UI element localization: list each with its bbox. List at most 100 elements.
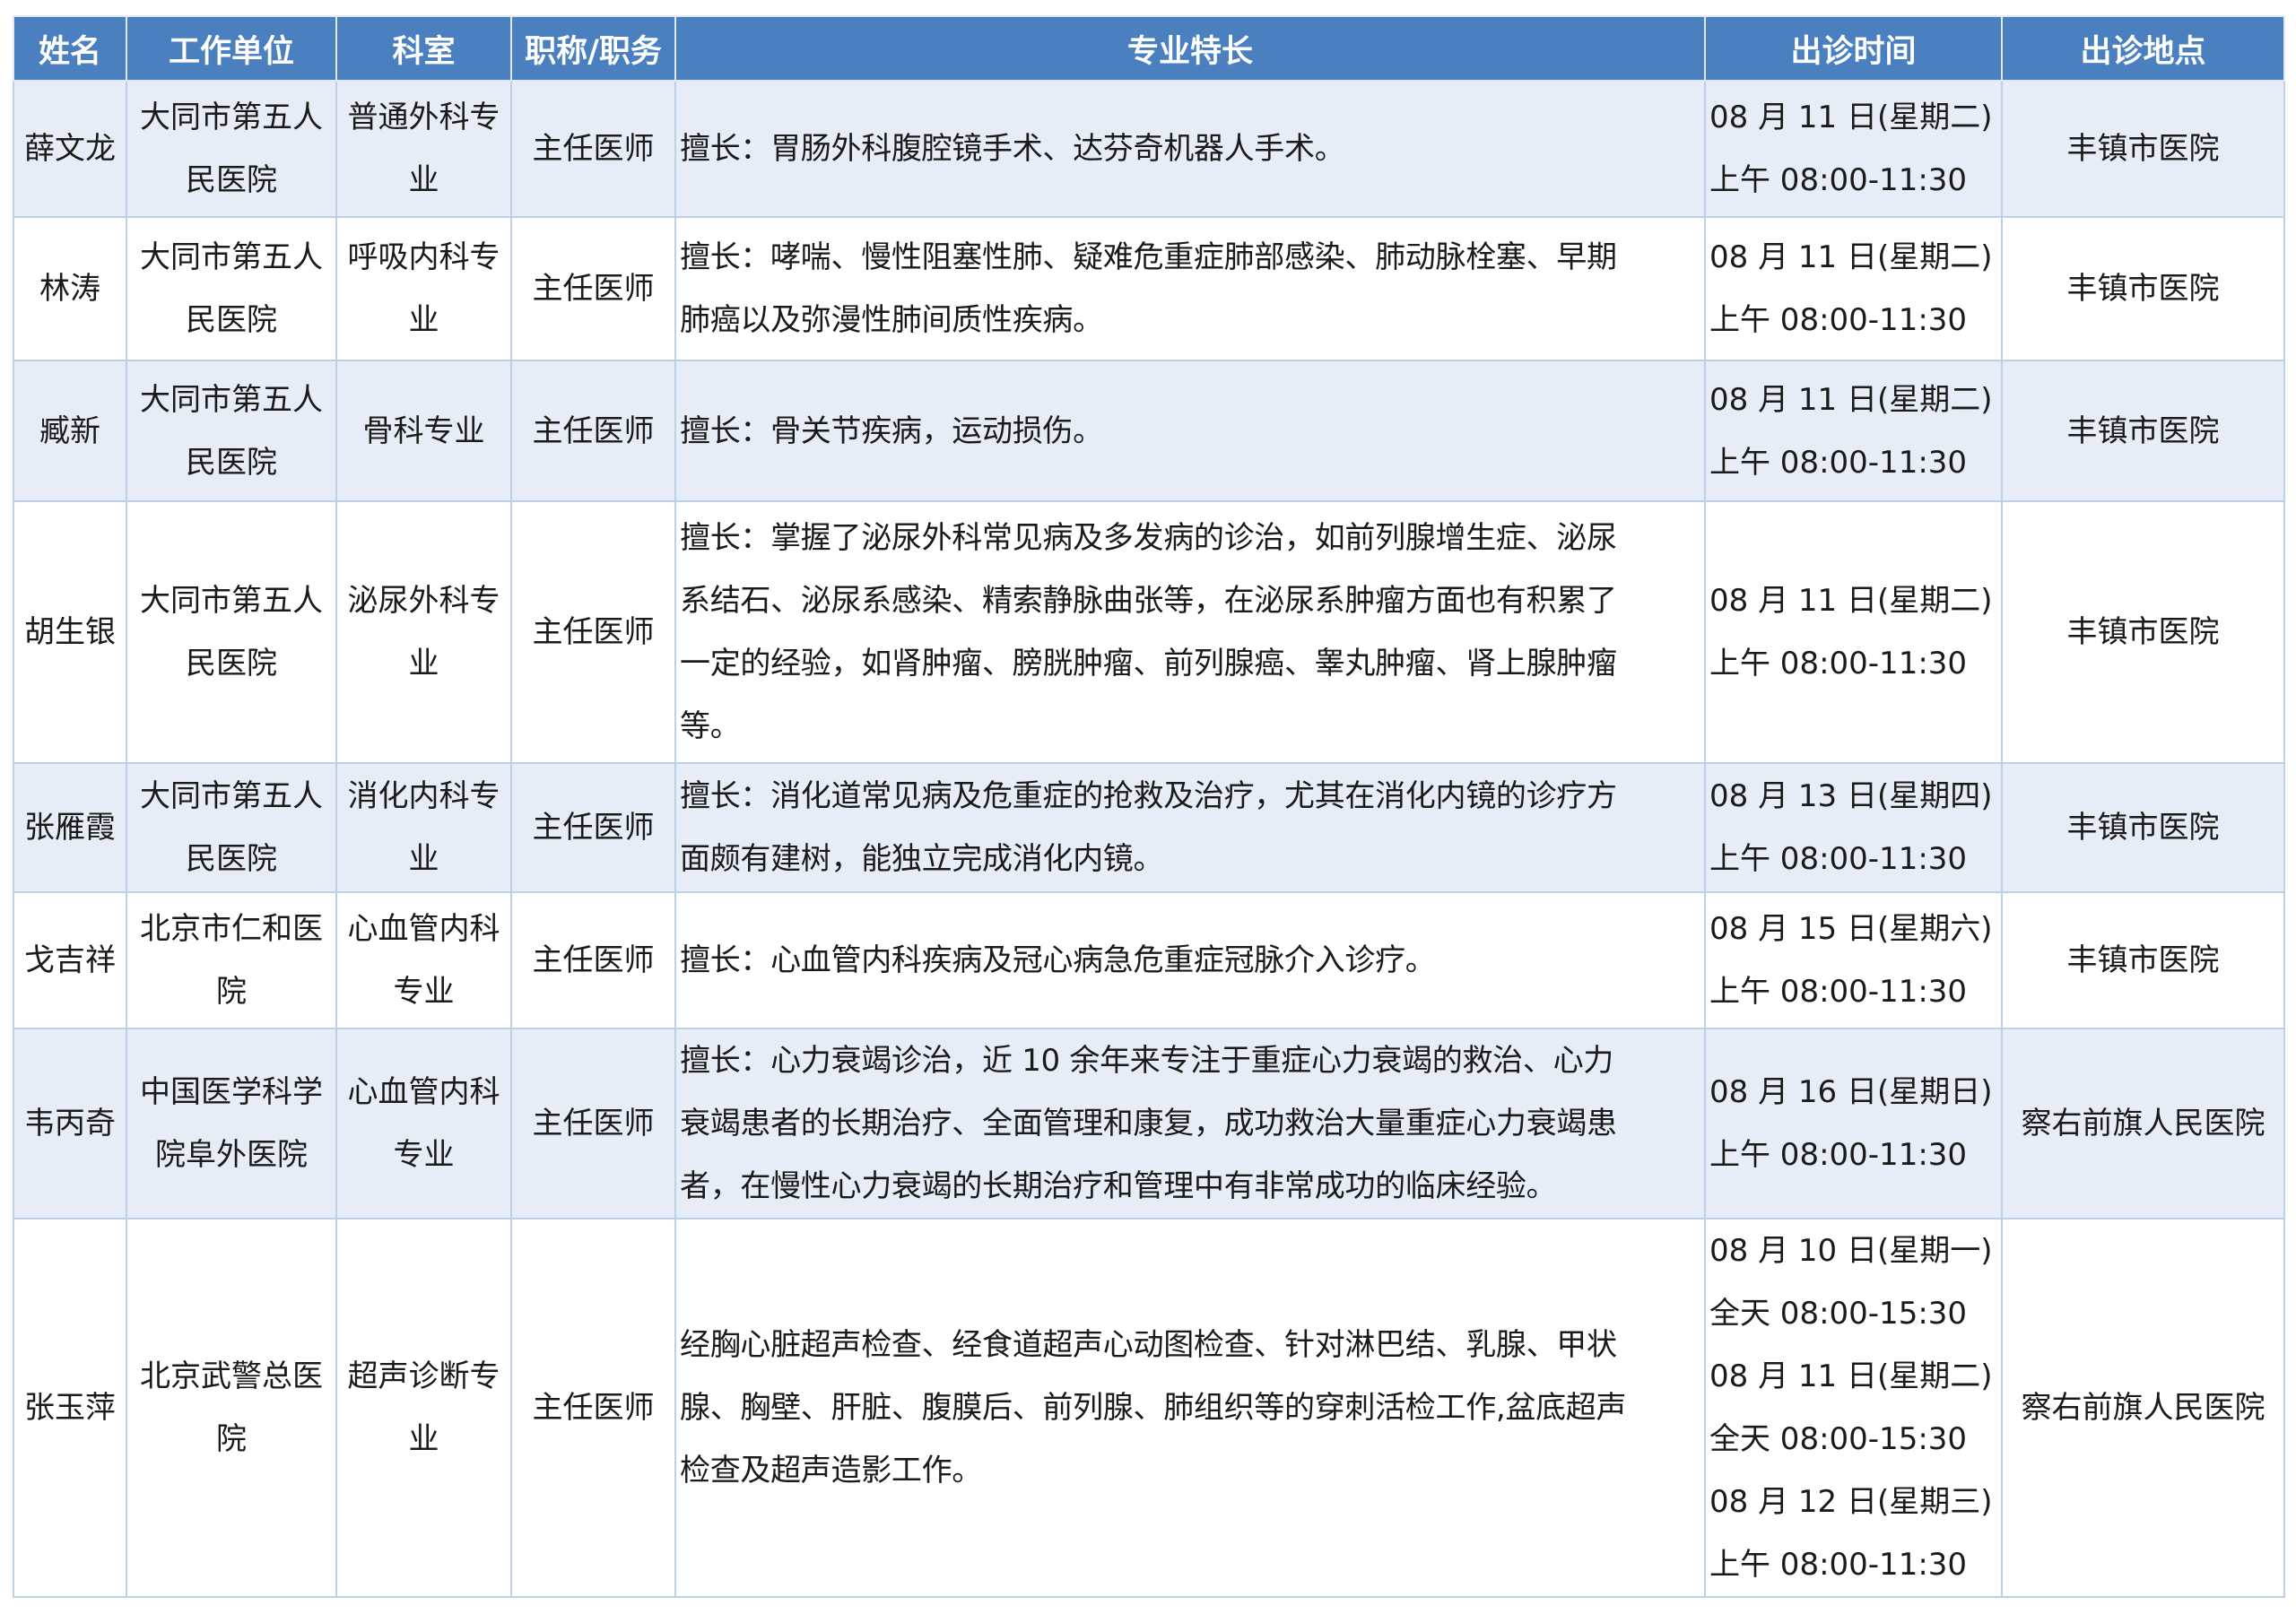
specialty-cell: 擅长：心血管内科疾病及冠心病急危重症冠脉介入诊疗。 [674,891,1706,1029]
clinic-time-line: 08 月 10 日(星期一) [1709,1233,1993,1269]
clinic-time-line: 上午 08:00-11:30 [1709,162,1968,198]
work-unit-line: 民医院 [186,841,277,877]
work-unit-line: 院 [216,1421,247,1457]
specialty-line: 经胸心脏超声检查、经食道超声心动图检查、针对淋巴结、乳腺、甲状 [680,1327,1617,1363]
table-row: 韦丙奇 中国医学科学 院阜外医院 心血管内科 专业 主任医师 擅长：心力衰竭诊治，近 10 … [13,1028,2285,1219]
work-unit-cell: 大同市第五人 民医院 [126,500,337,764]
clinic-time-cell: 08 月 11 日(星期二) 上午 08:00-11:30 [1704,216,2003,361]
clinic-time-line: 08 月 11 日(星期二) [1709,100,1993,135]
clinic-time-line: 08 月 11 日(星期二) [1709,381,1993,418]
department-line: 超声诊断专 [347,1358,500,1394]
table-row: 张玉萍 北京武警总医院超声诊断专业主任医师 经胸心脏超声检查、经食道超声心动图检查、… [13,1218,2285,1598]
work-unit-line: 院 [216,974,247,1010]
clinic-time-cell: 08 月 11 日(星期二) 上午 08:00-11:30 [1704,360,2003,502]
work-unit-line: 大同市第五人 [140,778,323,814]
clinic-location-cell: 察右前旗人民医院 [2001,1028,2285,1219]
doctor-name-cell: 胡生银 [13,500,127,764]
header-unit: 工作单位 [126,15,337,82]
clinic-time-line: 全天 08:00-15:30 [1709,1296,1968,1332]
department-line: 普通外科专 [347,100,500,135]
work-unit-line: 大同市第五人 [140,100,323,135]
work-unit-cell: 大同市第五人 民医院 [126,80,337,218]
specialty-cell: 擅长：哮喘、慢性阻塞性肺、疑难危重症肺部感染、肺动脉栓塞、早期 肺癌以及弥漫性肺间… [674,216,1706,361]
department-line: 业 [408,646,439,681]
clinic-time-cell: 08 月 16 日(星期日) 上午 08:00-11:30 [1704,1028,2003,1219]
work-unit-line: 民医院 [186,646,277,681]
clinic-time-line: 上午 08:00-11:30 [1709,1547,1968,1583]
schedule-table-container: 姓名 工作单位 科室 职称/职务 专业特长 出诊时间 出诊地点 薛文龙 大同市第五… [13,15,2285,1598]
work-unit-line: 北京武警总医 [140,1358,323,1394]
department-cell: 超声诊断专业 [335,1218,512,1598]
department-cell: 心血管内科 专业 [335,1028,512,1219]
doctor-name-cell: 臧新 [13,360,127,502]
header-specialty: 专业特长 [674,15,1706,82]
clinic-time-line: 上午 08:00-11:30 [1709,646,1968,681]
header-dept: 科室 [335,15,512,82]
doctor-name-cell: 戈吉祥 [13,891,127,1029]
specialty-line: 擅长：心血管内科疾病及冠心病急危重症冠脉介入诊疗。 [680,942,1436,978]
clinic-time-line: 上午 08:00-11:30 [1709,302,1968,338]
specialty-cell: 擅长：心力衰竭诊治，近 10 余年来专注于重症心力衰竭的救治、心力 衰竭患者的长期… [674,1028,1706,1219]
department-line: 专业 [393,1137,455,1173]
job-title-cell: 主任医师 [510,360,676,502]
clinic-location-cell: 丰镇市医院 [2001,500,2285,764]
specialty-line: 肺癌以及弥漫性肺间质性疾病。 [680,302,1103,338]
department-line: 心血管内科 [347,1074,500,1110]
work-unit-cell: 北京市仁和医院 [126,891,337,1029]
department-line: 泌尿外科专 [347,583,500,619]
doctor-schedule-table: 姓名 工作单位 科室 职称/职务 专业特长 出诊时间 出诊地点 薛文龙 大同市第五… [13,15,2285,1598]
header-row: 姓名 工作单位 科室 职称/职务 专业特长 出诊时间 出诊地点 [13,15,2285,82]
clinic-location-cell: 察右前旗人民医院 [2001,1218,2285,1598]
work-unit-cell: 大同市第五人 民医院 [126,360,337,502]
work-unit-line: 民医院 [186,162,277,198]
department-line: 专业 [393,974,455,1010]
specialty-line: 腺、胸壁、肝脏、腹膜后、前列腺、肺组织等的穿刺活检工作,盆底超声 [680,1390,1627,1426]
specialty-line: 者，在慢性心力衰竭的长期治疗和管理中有非常成功的临床经验。 [680,1168,1557,1204]
specialty-line: 等。 [680,708,741,744]
work-unit-line: 大同市第五人 [140,583,323,619]
work-unit-cell: 北京武警总医院 [126,1218,337,1598]
header-name: 姓名 [13,15,127,82]
department-line: 业 [408,162,439,198]
department-line: 心血管内科 [347,911,500,947]
doctor-name-cell: 薛文龙 [13,80,127,218]
job-title-cell: 主任医师 [510,80,676,218]
job-title-cell: 主任医师 [510,500,676,764]
clinic-time-line: 08 月 15 日(星期六) [1709,911,1993,947]
job-title-cell: 主任医师 [510,1218,676,1598]
clinic-time-line: 上午 08:00-11:30 [1709,974,1968,1010]
specialty-line: 衰竭患者的长期治疗、全面管理和康复，成功救治大量重症心力衰竭患 [680,1106,1617,1141]
doctor-name-cell: 张玉萍 [13,1218,127,1598]
work-unit-line: 民医院 [186,302,277,338]
specialty-line: 一定的经验，如肾肿瘤、膀胱肿瘤、前列腺癌、睾丸肿瘤、肾上腺肿瘤 [680,646,1617,681]
specialty-line: 检查及超声造影工作。 [680,1453,982,1488]
department-cell: 心血管内科 专业 [335,891,512,1029]
clinic-time-line: 全天 08:00-15:30 [1709,1421,1968,1457]
specialty-cell: 擅长：胃肠外科腹腔镜手术、达芬奇机器人手术。 [674,80,1706,218]
clinic-time-line: 08 月 11 日(星期二) [1709,583,1993,619]
header-time: 出诊时间 [1704,15,2003,82]
clinic-location-cell: 丰镇市医院 [2001,762,2285,893]
clinic-location-cell: 丰镇市医院 [2001,360,2285,502]
department-line: 呼吸内科专 [347,239,500,275]
table-row: 臧新 大同市第五人 民医院 骨科专业 主任医师 擅长：骨关节疾病，运动损伤。 08 月 11… [13,360,2285,502]
department-line: 骨科专业 [362,412,485,449]
specialty-line: 系结石、泌尿系感染、精索静脉曲张等，在泌尿系肿瘤方面也有积累了 [680,583,1617,619]
table-row: 张雁霞 大同市第五人 民医院 消化内科专业主任医师 擅长：消化道常见病及危重症的抢救及治… [13,762,2285,893]
specialty-cell: 经胸心脏超声检查、经食道超声心动图检查、针对淋巴结、乳腺、甲状 腺、胸壁、肝脏、腹… [674,1218,1706,1598]
department-line: 消化内科专 [347,778,500,814]
work-unit-line: 大同市第五人 [140,239,323,275]
specialty-line: 面颇有建树，能独立完成消化内镜。 [680,841,1164,877]
department-cell: 泌尿外科专业 [335,500,512,764]
clinic-time-cell: 08 月 13 日(星期四) 上午 08:00-11:30 [1704,762,2003,893]
clinic-time-line: 上午 08:00-11:30 [1709,444,1968,481]
specialty-line: 擅长：骨关节疾病，运动损伤。 [680,412,1103,449]
table-row: 戈吉祥 北京市仁和医院心血管内科 专业 主任医师 擅长：心血管内科疾病及冠心病急危重症冠… [13,891,2285,1029]
department-line: 业 [408,1421,439,1457]
table-body: 薛文龙 大同市第五人 民医院 普通外科专业主任医师 擅长：胃肠外科腹腔镜手术、达芬奇机器… [13,80,2285,1598]
department-line: 业 [408,841,439,877]
clinic-location-cell: 丰镇市医院 [2001,891,2285,1029]
clinic-time-line: 08 月 11 日(星期二) [1709,239,1993,275]
job-title-cell: 主任医师 [510,762,676,893]
specialty-line: 擅长：消化道常见病及危重症的抢救及治疗，尤其在消化内镜的诊疗方 [680,778,1617,814]
